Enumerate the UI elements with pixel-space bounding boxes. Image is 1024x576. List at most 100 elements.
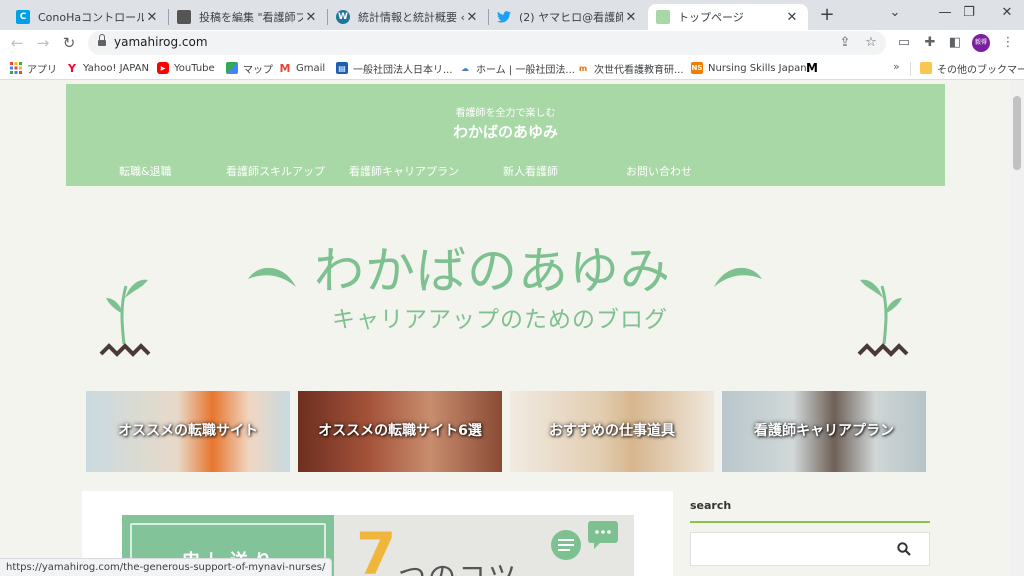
hero-subtitle: キャリアアップのためのブログ <box>332 307 668 333</box>
medium-icon: M <box>806 61 818 75</box>
bookmark-yahoo[interactable]: Y Yahoo! JAPAN <box>66 60 149 76</box>
nav-item-job-change[interactable]: 転職&退職 <box>119 163 172 179</box>
tab-title: 統計情報と統計概要 ‹ 逆 <box>358 11 464 24</box>
close-window-icon[interactable]: ✕ <box>984 0 1024 30</box>
nursing-skills-icon: NS <box>691 62 703 74</box>
extensions-puzzle-icon[interactable]: ✚ <box>920 33 940 53</box>
nav-item-skill-up[interactable]: 看護師スキルアップ <box>226 163 325 179</box>
twitter-icon <box>497 10 511 24</box>
tab-conoha[interactable]: C ConoHaコントロールパネル ✕ <box>8 4 168 30</box>
nav-item-new-nurse[interactable]: 新人看護師 <box>503 163 558 179</box>
bookmark-nursing-skills[interactable]: NS Nursing Skills Japan <box>691 60 807 76</box>
bookmark-site-icon: m <box>578 63 588 73</box>
card-label: 看護師キャリアプラン <box>754 422 894 439</box>
bookmark-star-icon[interactable]: ☆ <box>862 34 880 52</box>
category-card-recommended-job-sites[interactable]: オススメの転職サイト <box>86 391 290 472</box>
web-page: 看護師を全力で楽しむ わかばのあゆみ 転職&退職 看護師スキルアップ 看護師キャ… <box>0 81 1010 576</box>
blog-avatar-icon <box>177 10 191 24</box>
browser-toolbar: ← → ↻ yamahirog.com ⇪ ☆ ▭ ✚ ◧ 毅得 ⋮ <box>0 30 1024 56</box>
bookmark-apps[interactable]: アプリ <box>10 60 57 76</box>
bookmark-label: YouTube <box>174 62 215 74</box>
category-card-job-sites-six[interactable]: オススメの転職サイト6選 <box>298 391 502 472</box>
conoha-icon: C <box>16 10 30 24</box>
close-tab-icon[interactable]: ✕ <box>144 10 160 25</box>
page-scrollbar-thumb[interactable] <box>1013 96 1021 170</box>
bookmarks-overflow-button[interactable]: » <box>893 60 900 73</box>
tab-edit-post[interactable]: 投稿を編集 "看護師ブロガ- ✕ <box>169 4 327 30</box>
side-panel-icon[interactable]: ◧ <box>945 33 965 53</box>
bookmark-label: ホーム | 一般社団法... <box>476 64 575 76</box>
url-text[interactable]: yamahirog.com <box>114 35 208 49</box>
bookmark-medium[interactable]: M <box>806 60 823 76</box>
tab-stats[interactable]: W 統計情報と統計概要 ‹ 逆 ✕ <box>328 4 488 30</box>
close-tab-icon[interactable]: ✕ <box>784 10 800 25</box>
yahoo-icon: Y <box>68 61 76 75</box>
chat-bubbles-icon <box>551 521 618 560</box>
sprout-left-icon <box>99 279 151 357</box>
search-icon[interactable] <box>897 542 911 556</box>
thumbnail-caption: つのコツ <box>398 555 518 576</box>
tab-top-page[interactable]: トップページ ✕ <box>648 4 808 30</box>
new-tab-button[interactable]: + <box>816 4 838 26</box>
youtube-icon: ▶ <box>157 62 169 74</box>
tab-strip: C ConoHaコントロールパネル ✕ 投稿を編集 "看護師ブロガ- ✕ W 統… <box>0 0 1024 30</box>
link-status-bar: https://yamahirog.com/the-generous-suppo… <box>0 558 333 576</box>
bookmark-gmail[interactable]: M Gmail <box>279 60 326 76</box>
address-bar[interactable]: yamahirog.com ⇪ ☆ <box>88 31 886 55</box>
hero-title: わかばのあゆみ <box>314 242 671 300</box>
gmail-icon: M <box>279 61 291 75</box>
close-tab-icon[interactable]: ✕ <box>303 10 319 25</box>
bookmark-maps[interactable]: マップ <box>226 60 273 76</box>
bookmark-label: Gmail <box>296 62 326 74</box>
other-bookmarks-label: その他のブックマーク <box>937 64 1024 76</box>
bookmark-jra[interactable]: ▤ 一般社団法人日本リ... <box>336 60 453 76</box>
category-card-work-tools[interactable]: おすすめの仕事道具 <box>510 391 714 472</box>
menu-dots-icon[interactable]: ⋮ <box>998 33 1018 53</box>
card-label: おすすめの仕事道具 <box>549 422 675 439</box>
back-icon[interactable]: ← <box>6 32 28 54</box>
bookmark-next-gen-nursing[interactable]: m 次世代看護教育研... <box>577 60 684 76</box>
nav-item-contact[interactable]: お問い合わせ <box>626 163 692 179</box>
close-tab-icon[interactable]: ✕ <box>623 10 639 25</box>
site-favicon-icon <box>656 10 670 24</box>
leaf-right-icon <box>714 267 762 287</box>
site-name-link[interactable]: わかばのあゆみ <box>66 121 945 142</box>
bookmarks-bar: アプリ Y Yahoo! JAPAN ▶ YouTube マップ M Gmail… <box>0 56 1024 80</box>
card-label: オススメの転職サイト <box>118 422 258 439</box>
sidebar-search-heading: search <box>690 499 930 523</box>
reload-icon[interactable]: ↻ <box>58 32 80 54</box>
search-input[interactable] <box>690 532 930 566</box>
extension-line-icon[interactable]: ▭ <box>894 33 914 53</box>
share-icon[interactable]: ⇪ <box>836 34 854 52</box>
sprout-right-icon <box>857 279 909 357</box>
bookmark-youtube[interactable]: ▶ YouTube <box>157 60 215 76</box>
close-tab-icon[interactable]: ✕ <box>464 10 480 25</box>
apps-grid-icon <box>10 62 22 74</box>
post-thumbnail-right[interactable]: 7 つのコツ <box>334 515 634 576</box>
tab-title: 投稿を編集 "看護師ブロガ- <box>199 11 303 24</box>
tab-twitter[interactable]: (2) ヤマヒロ@看護師|看護 ✕ <box>489 4 647 30</box>
forward-icon[interactable]: → <box>32 32 54 54</box>
other-bookmarks-folder[interactable]: その他のブックマーク <box>920 60 1024 76</box>
category-card-career-plan[interactable]: 看護師キャリアプラン <box>722 391 926 472</box>
leaf-left-icon <box>248 267 296 287</box>
bookmark-label: マップ <box>243 64 273 76</box>
bookmark-home-assoc[interactable]: ☁ ホーム | 一般社団法... <box>459 60 575 76</box>
thumbnail-number: 7 <box>356 520 397 576</box>
bookmark-label: 一般社団法人日本リ... <box>353 64 453 76</box>
folder-icon <box>920 62 932 74</box>
profile-avatar[interactable]: 毅得 <box>972 34 990 52</box>
bookmark-label: Nursing Skills Japan <box>708 62 807 74</box>
site-header: 看護師を全力で楽しむ わかばのあゆみ 転職&退職 看護師スキルアップ 看護師キャ… <box>66 84 945 186</box>
tab-title: トップページ <box>678 11 744 24</box>
nav-item-career-plan[interactable]: 看護師キャリアプラン <box>349 163 459 179</box>
lock-icon[interactable] <box>98 34 106 46</box>
tab-title: (2) ヤマヒロ@看護師|看護 <box>519 11 623 24</box>
tab-search-icon[interactable]: ⌄ <box>872 0 918 30</box>
bookmarks-divider <box>910 62 911 76</box>
bookmark-label: アプリ <box>27 64 57 76</box>
tab-title: ConoHaコントロールパネル <box>38 11 144 24</box>
bookmark-label: Yahoo! JAPAN <box>83 62 149 74</box>
bookmark-site-icon: ☁ <box>461 63 469 73</box>
maps-icon <box>226 62 238 74</box>
